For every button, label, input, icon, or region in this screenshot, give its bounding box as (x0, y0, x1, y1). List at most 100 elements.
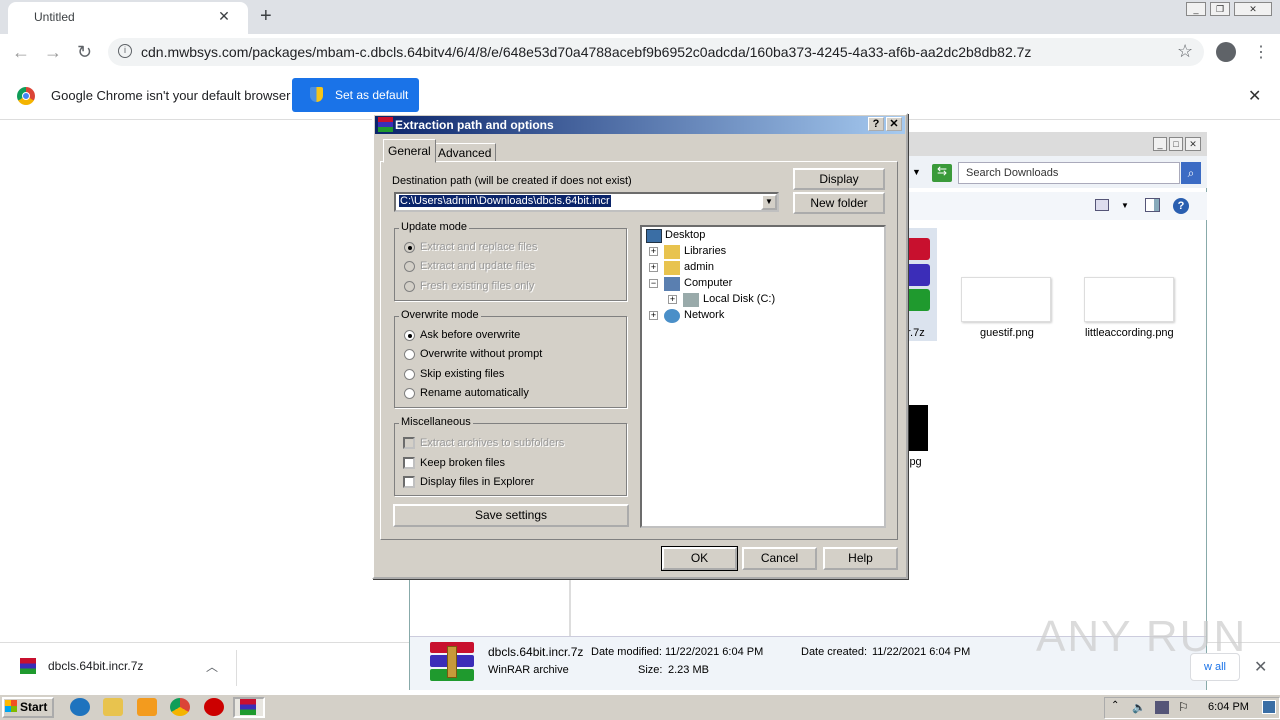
taskbar-clock[interactable]: 6:04 PM (1208, 701, 1249, 713)
tab-general[interactable]: General (383, 139, 436, 163)
network-icon[interactable] (1155, 701, 1169, 714)
radio-extract-replace[interactable] (404, 242, 415, 253)
user-folder-icon (664, 261, 680, 275)
expand-icon[interactable]: + (649, 311, 658, 320)
help-icon[interactable]: ? (1173, 198, 1189, 214)
new-tab-icon[interactable]: + (260, 5, 272, 28)
expand-icon[interactable]: + (649, 263, 658, 272)
preview-pane-icon[interactable] (1145, 198, 1160, 212)
tree-node-network[interactable]: Network (684, 309, 724, 321)
radio-skip-existing[interactable] (404, 369, 415, 380)
set-default-button[interactable]: Set as default (292, 78, 419, 112)
refresh-icon[interactable]: ⇆ (932, 164, 952, 182)
restore-icon[interactable]: ❐ (1210, 2, 1230, 16)
tree-node-local-disk[interactable]: Local Disk (C:) (703, 293, 775, 305)
file-name: littleaccording.png (1085, 327, 1174, 339)
opera-icon[interactable] (204, 698, 224, 716)
show-desktop-icon[interactable] (1262, 700, 1276, 714)
tree-node-desktop[interactable]: Desktop (665, 229, 705, 241)
ok-button[interactable]: OK (661, 546, 738, 571)
profile-icon[interactable] (1216, 42, 1236, 62)
radio-rename-automatically[interactable] (404, 388, 415, 399)
check-keep-broken[interactable] (403, 457, 415, 469)
option-label: Skip existing files (420, 368, 505, 380)
dialog-close-icon[interactable]: ✕ (886, 117, 902, 131)
media-player-icon[interactable] (137, 698, 157, 716)
radio-extract-update[interactable] (404, 261, 415, 272)
explorer-maximize-icon[interactable]: □ (1169, 137, 1183, 151)
tab-title: Untitled (34, 10, 75, 24)
radio-overwrite-without-prompt[interactable] (404, 349, 415, 360)
start-button[interactable]: Start (2, 697, 54, 718)
shield-icon (310, 87, 323, 102)
detail-type: WinRAR archive (488, 664, 569, 676)
tray-expand-icon[interactable]: ⌃ (1111, 700, 1119, 711)
tree-node-libraries[interactable]: Libraries (684, 245, 726, 257)
explorer-splitter[interactable] (569, 578, 571, 636)
info-icon[interactable]: i (118, 44, 132, 58)
folder-icon[interactable] (103, 698, 123, 716)
chrome-taskbar-icon[interactable] (170, 698, 190, 716)
bookmark-star-icon[interactable]: ☆ (1177, 41, 1193, 62)
explorer-close-icon[interactable]: ✕ (1185, 137, 1201, 151)
display-button[interactable]: Display (793, 168, 885, 190)
view-dropdown-icon[interactable]: ▼ (1121, 201, 1129, 210)
option-label: Extract and update files (420, 260, 535, 272)
file-thumb-littleaccording[interactable] (1084, 277, 1174, 322)
file-name: guestif.png (980, 327, 1034, 339)
help-button[interactable]: Help (823, 547, 898, 570)
explorer-search-input[interactable]: Search Downloads (958, 162, 1180, 184)
winrar-archive-icon (430, 642, 474, 682)
path-dropdown-icon[interactable]: ▼ (912, 167, 921, 177)
download-file-name[interactable]: dbcls.64bit.incr.7z (48, 659, 143, 673)
view-icon[interactable] (1095, 199, 1109, 211)
tab-advanced[interactable]: Advanced (433, 143, 497, 161)
reload-icon[interactable]: ↻ (77, 42, 92, 63)
system-tray (1104, 697, 1280, 719)
expand-icon[interactable]: + (668, 295, 677, 304)
explorer-minimize-icon[interactable]: _ (1153, 137, 1167, 151)
winrar-book-red (906, 238, 930, 260)
check-extract-subfolders[interactable] (403, 437, 415, 449)
download-chevron-icon[interactable]: ︿ (206, 658, 218, 675)
search-icon[interactable]: ⌕ (1181, 162, 1201, 184)
libraries-icon (664, 245, 680, 259)
url-text[interactable]: cdn.mwbsys.com/packages/mbam-c.dbcls.64b… (141, 44, 1031, 60)
infobar-close-icon[interactable]: ✕ (1248, 86, 1261, 106)
close-window-icon[interactable]: ✕ (1234, 2, 1272, 16)
tree-node-admin[interactable]: admin (684, 261, 714, 273)
dialog-help-icon[interactable]: ? (868, 117, 884, 131)
dest-path-dropdown-icon[interactable]: ▼ (761, 194, 777, 210)
desktop-icon (646, 229, 662, 243)
minimize-icon[interactable]: _ (1186, 2, 1206, 16)
download-file-icon (20, 658, 36, 674)
download-bar-close-icon[interactable]: ✕ (1254, 657, 1267, 677)
infobar-text: Google Chrome isn't your default browser (51, 88, 291, 103)
radio-ask-before-overwrite[interactable] (404, 330, 415, 341)
expand-icon[interactable]: + (649, 247, 658, 256)
check-display-in-explorer[interactable] (403, 476, 415, 488)
tree-node-computer[interactable]: Computer (684, 277, 732, 289)
set-default-label: Set as default (335, 88, 409, 102)
winrar-book-green (906, 289, 930, 311)
show-all-label: w all (1204, 661, 1227, 673)
detail-created: 11/22/2021 6:04 PM (872, 646, 971, 658)
volume-icon[interactable]: 🔈 (1132, 701, 1146, 714)
detail-modified: 11/22/2021 6:04 PM (665, 646, 764, 658)
file-name-partial: r.7z (907, 327, 925, 339)
menu-icon[interactable]: ⋮ (1253, 42, 1269, 62)
file-thumb-guestif[interactable] (961, 277, 1051, 322)
action-center-icon[interactable]: ⚐ (1178, 700, 1189, 714)
save-settings-button[interactable]: Save settings (393, 504, 629, 527)
ie-icon[interactable] (70, 698, 90, 716)
tab-close-icon[interactable]: ✕ (216, 8, 232, 25)
new-folder-button[interactable]: New folder (793, 192, 885, 214)
collapse-icon[interactable]: − (649, 279, 658, 288)
dest-path-value[interactable]: C:\Users\admin\Downloads\dbcls.64bit.inc… (398, 194, 612, 208)
file-thumb-jpg[interactable] (906, 405, 928, 451)
cancel-button[interactable]: Cancel (742, 547, 817, 570)
back-icon[interactable]: ← (12, 42, 30, 63)
radio-fresh-existing[interactable] (404, 281, 415, 292)
network-globe-icon (664, 309, 680, 323)
forward-icon[interactable]: → (44, 42, 62, 63)
